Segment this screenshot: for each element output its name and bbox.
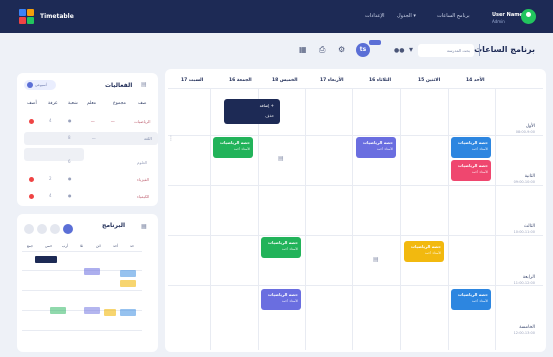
chevron-down-icon[interactable]: ▾ <box>409 45 413 54</box>
lock-icon: ▤ <box>373 256 379 263</box>
user-name[interactable]: User Name <box>492 12 523 18</box>
filter-button[interactable] <box>24 224 34 234</box>
users-icon[interactable]: ⚙ <box>338 45 345 54</box>
time-slot: الرابعة 11:00-12:00 <box>513 275 535 285</box>
top-bar: Timetable برنامج الساعات الجدول ▾ الإعدا… <box>0 0 553 33</box>
grid-icon: ▦ <box>141 223 147 230</box>
title-divider <box>479 44 480 56</box>
nav-item-schedule[interactable]: الجدول ▾ <box>397 13 416 19</box>
avatar[interactable] <box>521 9 536 24</box>
mini-event[interactable] <box>120 309 136 316</box>
calendar-icon: ▤ <box>141 81 147 88</box>
day-header: 15 الاثنين <box>418 78 441 83</box>
lock-icon: ▤ <box>278 155 284 162</box>
list-item[interactable]: 4 ● ـــ ـــ الرياضيات <box>24 116 174 127</box>
day-header: 14 الأحد <box>466 78 485 83</box>
print-icon[interactable]: ⎙ <box>319 45 325 55</box>
event-card[interactable]: حصة الرياضيات الأستاذ: أحمد <box>261 289 301 310</box>
mini-event[interactable] <box>120 270 136 277</box>
event-card[interactable]: حصة الرياضيات الأستاذ: أحمد <box>404 241 444 262</box>
day-header: 17 الأربعاء <box>320 78 344 83</box>
nav-item-timetable[interactable]: برنامج الساعات <box>437 13 470 19</box>
mini-schedule-panel <box>17 214 158 352</box>
event-card[interactable]: حصة الرياضيات الأستاذ: أحمد <box>451 137 491 158</box>
active-filter-button[interactable] <box>63 224 73 234</box>
day-header: 16 الجمعة <box>229 78 252 83</box>
app-brand: Timetable <box>40 13 74 20</box>
grid-dots-icon[interactable]: ●● <box>394 47 404 54</box>
list-item[interactable]: 6 العلوم <box>24 157 174 168</box>
cell-context-menu: إضافة + حذف <box>224 99 280 124</box>
day-header: 17 السبت <box>181 78 204 83</box>
time-slot: الثالث 10:00-11:00 <box>513 224 535 234</box>
search-input[interactable]: بحث المدرسة <box>418 44 474 57</box>
mini-event[interactable] <box>120 280 136 287</box>
list-item[interactable]: 2 ● الفيزياء <box>24 174 174 185</box>
time-slot: الخامسة 12:00-13:00 <box>513 325 535 335</box>
event-card[interactable]: حصة الرياضيات الأستاذ: أحمد <box>213 137 253 158</box>
day-header: 16 الثلاثاء <box>369 78 392 83</box>
event-card[interactable]: حصة الرياضيات الأستاذ: أحمد <box>261 237 301 258</box>
mini-schedule-title: البرنامج <box>102 222 126 229</box>
nav-item-settings[interactable]: الإعدادات <box>365 13 385 19</box>
filter-button[interactable] <box>50 224 60 234</box>
filter-button[interactable] <box>37 224 47 234</box>
time-slot: الأول 08:00-9:00 <box>515 124 535 134</box>
drag-handle-icon[interactable]: ⋮ <box>168 135 174 142</box>
add-event-menu-item[interactable]: إضافة + <box>260 103 274 108</box>
mini-event[interactable] <box>35 256 57 263</box>
mini-event[interactable] <box>104 309 116 316</box>
list-item[interactable]: 8 ـــ اللغة <box>24 133 174 144</box>
activities-title: الفعاليات <box>105 82 133 89</box>
mini-event[interactable] <box>84 307 100 314</box>
school-badge-button[interactable]: ts <box>356 40 381 57</box>
mini-event[interactable] <box>50 307 66 314</box>
page-title: برنامج الساعات <box>474 45 535 54</box>
event-card[interactable]: حصة الرياضيات الأستاذ: أحمد <box>451 289 491 310</box>
mini-event[interactable] <box>84 268 100 275</box>
export-icon[interactable]: ▦ <box>299 45 307 54</box>
delete-menu-item[interactable]: حذف <box>265 113 274 118</box>
user-role: Admin <box>492 19 505 24</box>
event-card[interactable]: حصة الرياضيات الأستاذ: أحمد <box>451 160 491 181</box>
list-item[interactable]: 4 ● الكيمياء <box>24 191 174 202</box>
day-header: 18 الخميس <box>272 78 298 83</box>
view-toggle[interactable]: أسبوعي <box>24 80 56 90</box>
event-card[interactable]: حصة الرياضيات الأستاذ: أحمد <box>356 137 396 158</box>
app-logo-icon <box>19 9 35 25</box>
time-slot: الثانية 09:00-10:00 <box>513 174 535 184</box>
